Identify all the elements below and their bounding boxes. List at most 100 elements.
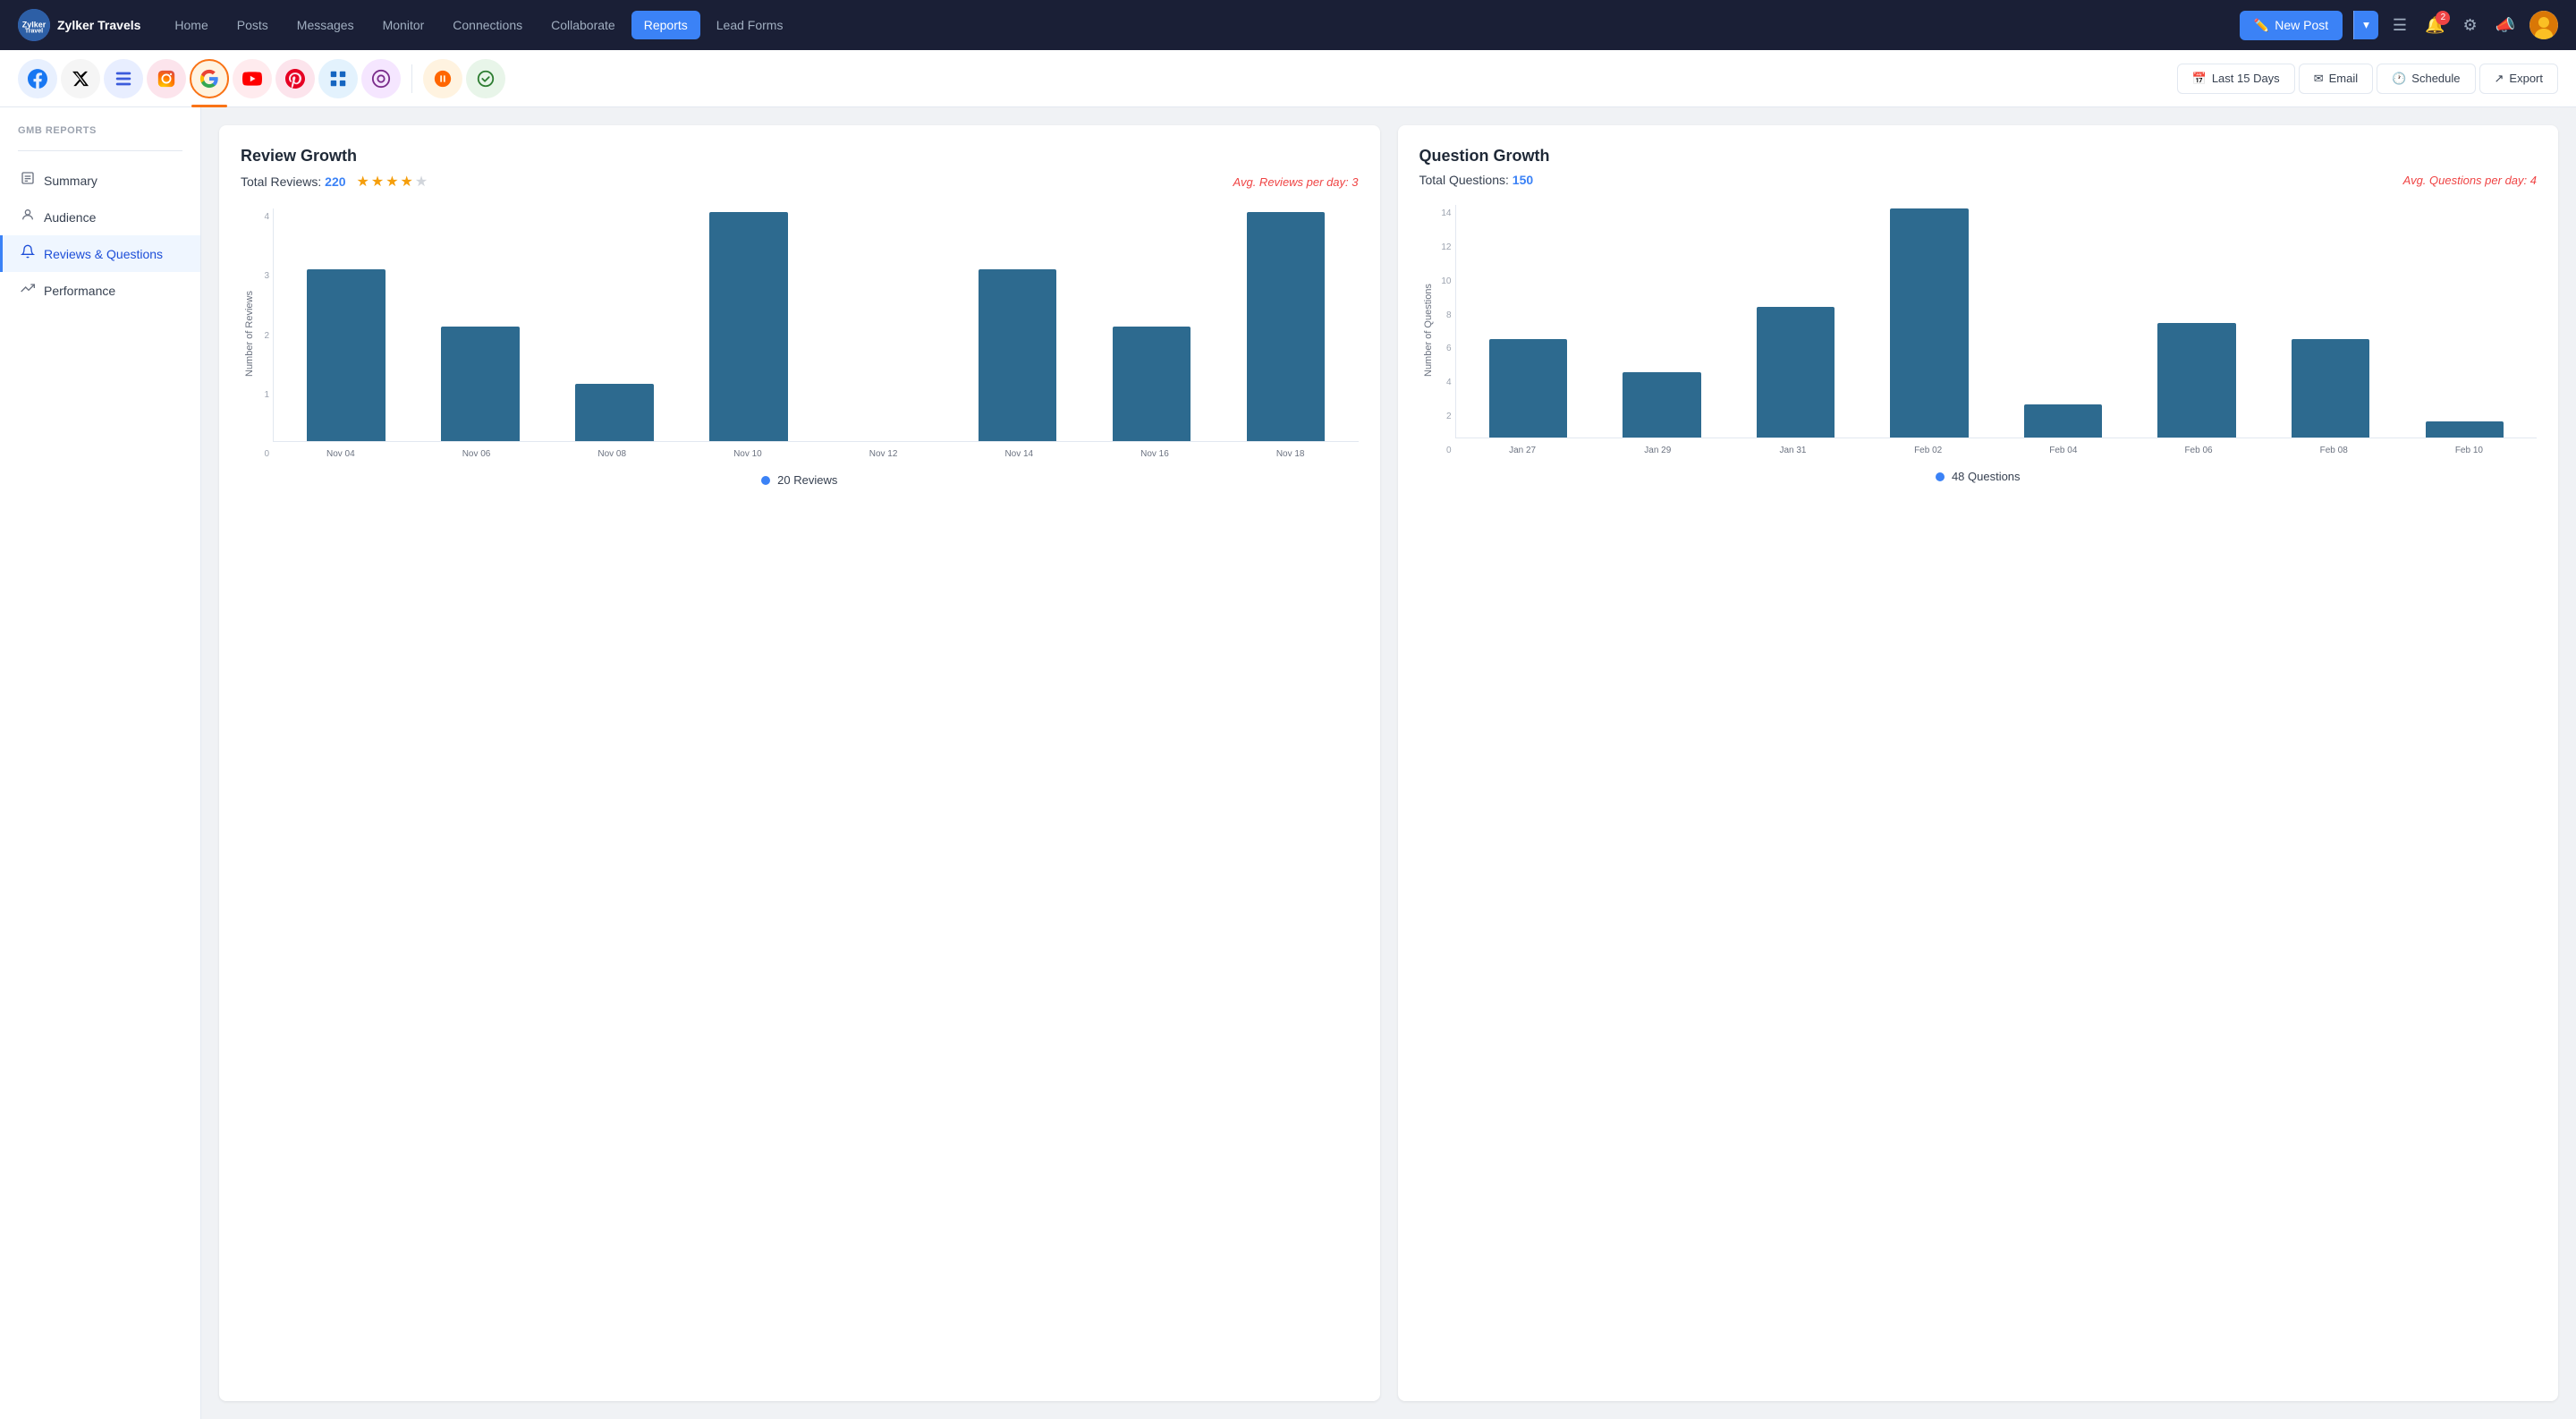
- nav-messages[interactable]: Messages: [284, 11, 367, 39]
- question-total-value: 150: [1513, 173, 1533, 187]
- review-bar-fill: [1247, 212, 1326, 441]
- social-secondary-2-button[interactable]: [466, 59, 505, 98]
- review-bars-area: Nov 04Nov 06Nov 08Nov 10Nov 12Nov 14Nov …: [273, 208, 1359, 459]
- review-x-labels: Nov 04Nov 06Nov 08Nov 10Nov 12Nov 14Nov …: [273, 446, 1359, 459]
- social-buffer-button[interactable]: [104, 59, 143, 98]
- brand[interactable]: Zylker Travel Zylker Travels: [18, 9, 140, 41]
- user-avatar[interactable]: [2529, 11, 2558, 39]
- email-icon: ✉: [2314, 72, 2324, 86]
- social-icons-bar: 📅 Last 15 Days ✉ Email 🕐 Schedule ↗ Expo…: [0, 50, 2576, 107]
- review-meta-left: Total Reviews: 220 ★ ★ ★ ★ ★: [241, 173, 428, 191]
- sidebar-reviews-label: Reviews & Questions: [44, 247, 163, 261]
- nav-connections[interactable]: Connections: [440, 11, 535, 39]
- question-bar-fill: [1489, 339, 1567, 438]
- question-chart-inner: 0 2 4 6 8 10 12 14: [1434, 205, 2538, 455]
- question-bar-fill: [2292, 339, 2369, 438]
- email-button[interactable]: ✉ Email: [2299, 64, 2373, 94]
- new-post-dropdown-button[interactable]: ▾: [2353, 11, 2378, 39]
- review-x-label: Nov 18: [1223, 449, 1359, 459]
- question-x-label: Jan 27: [1455, 446, 1590, 455]
- export-button[interactable]: ↗ Export: [2479, 64, 2558, 94]
- review-chart-inner: 0 1 2 3 4 Nov 04Nov 06Nov 08Nov 10Nov 12…: [255, 208, 1359, 459]
- question-bar-fill: [1623, 372, 1700, 438]
- sidebar-item-summary[interactable]: Summary: [0, 162, 200, 199]
- question-bar-fill: [2157, 323, 2235, 438]
- review-bar-fill: [1113, 327, 1191, 441]
- nav-monitor[interactable]: Monitor: [370, 11, 437, 39]
- question-x-label: Jan 29: [1590, 446, 1725, 455]
- review-x-label: Nov 16: [1087, 449, 1223, 459]
- date-range-button[interactable]: 📅 Last 15 Days: [2177, 64, 2295, 94]
- review-bar-fill: [979, 269, 1057, 441]
- nav-home[interactable]: Home: [162, 11, 220, 39]
- review-y-axis-label: Number of Reviews: [241, 208, 255, 459]
- question-bar-fill: [1890, 208, 1968, 438]
- question-x-label: Feb 08: [2267, 446, 2402, 455]
- review-legend-dot: [761, 476, 770, 485]
- nav-reports[interactable]: Reports: [631, 11, 700, 39]
- social-instagram-button[interactable]: [147, 59, 186, 98]
- svg-text:Travel: Travel: [25, 29, 43, 35]
- review-bar-col: [952, 212, 1082, 441]
- social-grid-button[interactable]: [318, 59, 358, 98]
- calendar-icon: 📅: [2192, 72, 2207, 86]
- megaphone-icon-button[interactable]: 📣: [2492, 13, 2519, 38]
- social-pinterest-button[interactable]: [275, 59, 315, 98]
- nav-posts[interactable]: Posts: [225, 11, 281, 39]
- sidebar: GMB REPORTS Summary Audience Reviews & Q…: [0, 107, 201, 1419]
- review-x-label: Nov 14: [951, 449, 1087, 459]
- question-legend: 48 Questions: [1419, 470, 2538, 483]
- sidebar-section-label: GMB REPORTS: [0, 125, 200, 147]
- question-growth-meta: Total Questions: 150 Avg. Questions per …: [1419, 173, 2538, 187]
- review-avg-label: Avg. Reviews per day: 3: [1233, 175, 1359, 189]
- question-x-label: Feb 06: [2131, 446, 2266, 455]
- sidebar-summary-label: Summary: [44, 174, 97, 188]
- review-bar-col: [549, 212, 680, 441]
- question-x-label: Feb 02: [1860, 446, 1996, 455]
- review-bar-fill: [709, 212, 788, 441]
- question-bar-fill: [2426, 421, 2504, 438]
- review-bar-col: [818, 212, 948, 441]
- settings-icon-button[interactable]: ⚙: [2459, 13, 2480, 38]
- review-bar-col: [415, 212, 546, 441]
- performance-icon: [21, 281, 35, 300]
- main-layout: GMB REPORTS Summary Audience Reviews & Q…: [0, 107, 2576, 1419]
- social-facebook-button[interactable]: [18, 59, 57, 98]
- social-threads-button[interactable]: [361, 59, 401, 98]
- question-chart-with-ticks: 0 2 4 6 8 10 12 14: [1434, 205, 2538, 455]
- nav-lead-forms[interactable]: Lead Forms: [704, 11, 796, 39]
- question-x-labels: Jan 27Jan 29Jan 31Feb 02Feb 04Feb 06Feb …: [1455, 442, 2538, 455]
- question-bar-col: [1463, 208, 1594, 438]
- review-bar-fill: [441, 327, 520, 441]
- question-meta-left: Total Questions: 150: [1419, 173, 1534, 187]
- clock-icon: 🕐: [2392, 72, 2406, 86]
- social-divider: [411, 64, 412, 93]
- notification-badge: 2: [2436, 11, 2450, 25]
- sidebar-audience-label: Audience: [44, 210, 96, 225]
- sidebar-item-reviews-questions[interactable]: Reviews & Questions: [0, 235, 200, 272]
- question-total-label: Total Questions: 150: [1419, 173, 1534, 187]
- social-secondary-1-button[interactable]: [423, 59, 462, 98]
- sidebar-item-audience[interactable]: Audience: [0, 199, 200, 235]
- nav-collaborate[interactable]: Collaborate: [538, 11, 628, 39]
- schedule-button[interactable]: 🕐 Schedule: [2377, 64, 2475, 94]
- summary-icon: [21, 171, 35, 190]
- main-content: Review Growth Total Reviews: 220 ★ ★ ★ ★…: [201, 107, 2576, 1419]
- question-x-label: Feb 10: [2402, 446, 2537, 455]
- review-x-label: Nov 10: [680, 449, 816, 459]
- social-google-button[interactable]: [190, 59, 229, 98]
- review-bar-col: [1220, 212, 1351, 441]
- question-x-label: Feb 04: [1996, 446, 2131, 455]
- social-youtube-button[interactable]: [233, 59, 272, 98]
- question-bar-fill: [2024, 404, 2102, 438]
- sidebar-item-performance[interactable]: Performance: [0, 272, 200, 309]
- question-y-ticks: 0 2 4 6 8 10 12 14: [1434, 205, 1452, 455]
- question-bar-col: [2266, 208, 2396, 438]
- social-twitter-button[interactable]: [61, 59, 100, 98]
- export-icon: ↗: [2495, 72, 2504, 86]
- question-bar-chart: Number of Questions 0 2 4 6 8 10 12 14: [1419, 205, 2538, 455]
- question-y-axis-label: Number of Questions: [1419, 205, 1434, 455]
- new-post-button[interactable]: ✏️ New Post: [2240, 11, 2343, 40]
- notification-bell-button[interactable]: 🔔 2: [2421, 13, 2448, 38]
- menu-icon-button[interactable]: ☰: [2389, 13, 2411, 38]
